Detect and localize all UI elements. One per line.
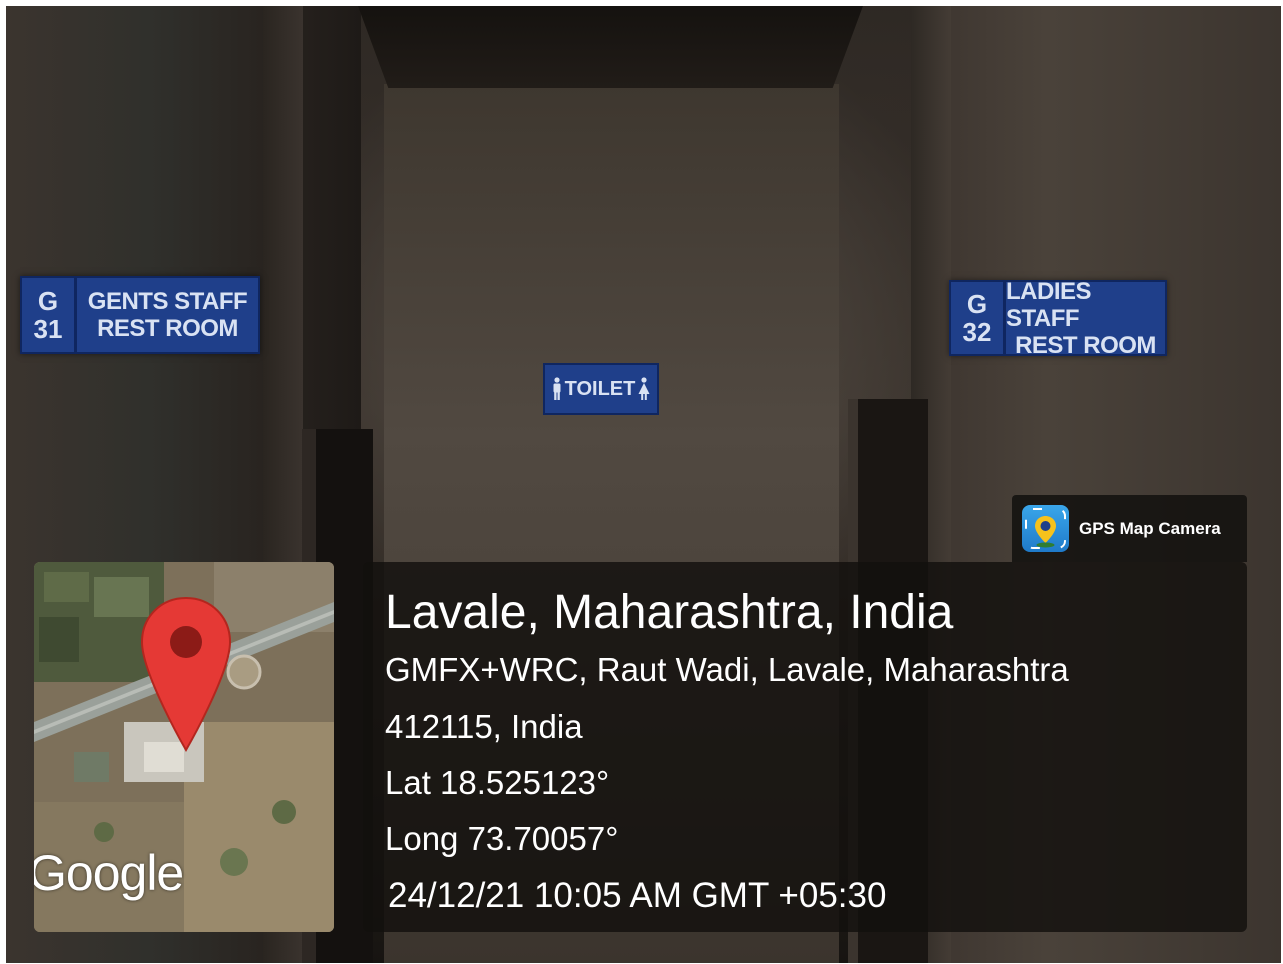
gps-camera-icon [1022,505,1069,552]
longitude-text: Long 73.70057° [385,820,619,857]
address-line-1: GMFX+WRC, Raut Wadi, Lavale, Maharashtra [385,651,1069,688]
brand-label: GPS Map Camera [1079,518,1221,538]
map-logo: Google [34,845,184,901]
room-digits: 31 [33,314,63,344]
toilet-sign: TOILET [543,363,659,415]
room-letter: G [966,289,988,319]
room-letter: G [37,286,59,316]
map-thumbnail: Google [34,562,334,932]
room-number: G 31 [22,278,77,352]
room-digits: 32 [962,317,992,347]
ladies-restroom-sign: G 32 LADIES STAFF REST ROOM [949,278,1167,359]
sign-line-1: GENTS STAFF [87,288,248,315]
sign-text: LADIES STAFF REST ROOM [1006,278,1165,359]
room-number: G 32 [951,282,1006,354]
ceiling [358,6,863,88]
sign-text: GENTS STAFF REST ROOM [77,278,258,352]
sign-line-2: REST ROOM [97,315,238,342]
toilet-label: TOILET [564,377,636,400]
sign-line-2: REST ROOM [1015,331,1156,359]
address-line-2: 412115, India [385,708,583,745]
man-icon [553,377,561,400]
latitude-text: Lat 18.525123° [385,764,610,801]
sign-line-1: LADIES STAFF [1006,277,1092,332]
brand-badge: GPS Map Camera [1012,495,1247,562]
woman-icon [638,377,650,400]
gents-restroom-sign: G 31 GENTS STAFF REST ROOM [20,276,260,354]
place-title: Lavale, Maharashtra, India [385,586,954,639]
map-pin-icon [140,596,232,752]
datetime-text: 24/12/21 10:05 AM GMT +05:30 [388,876,887,915]
